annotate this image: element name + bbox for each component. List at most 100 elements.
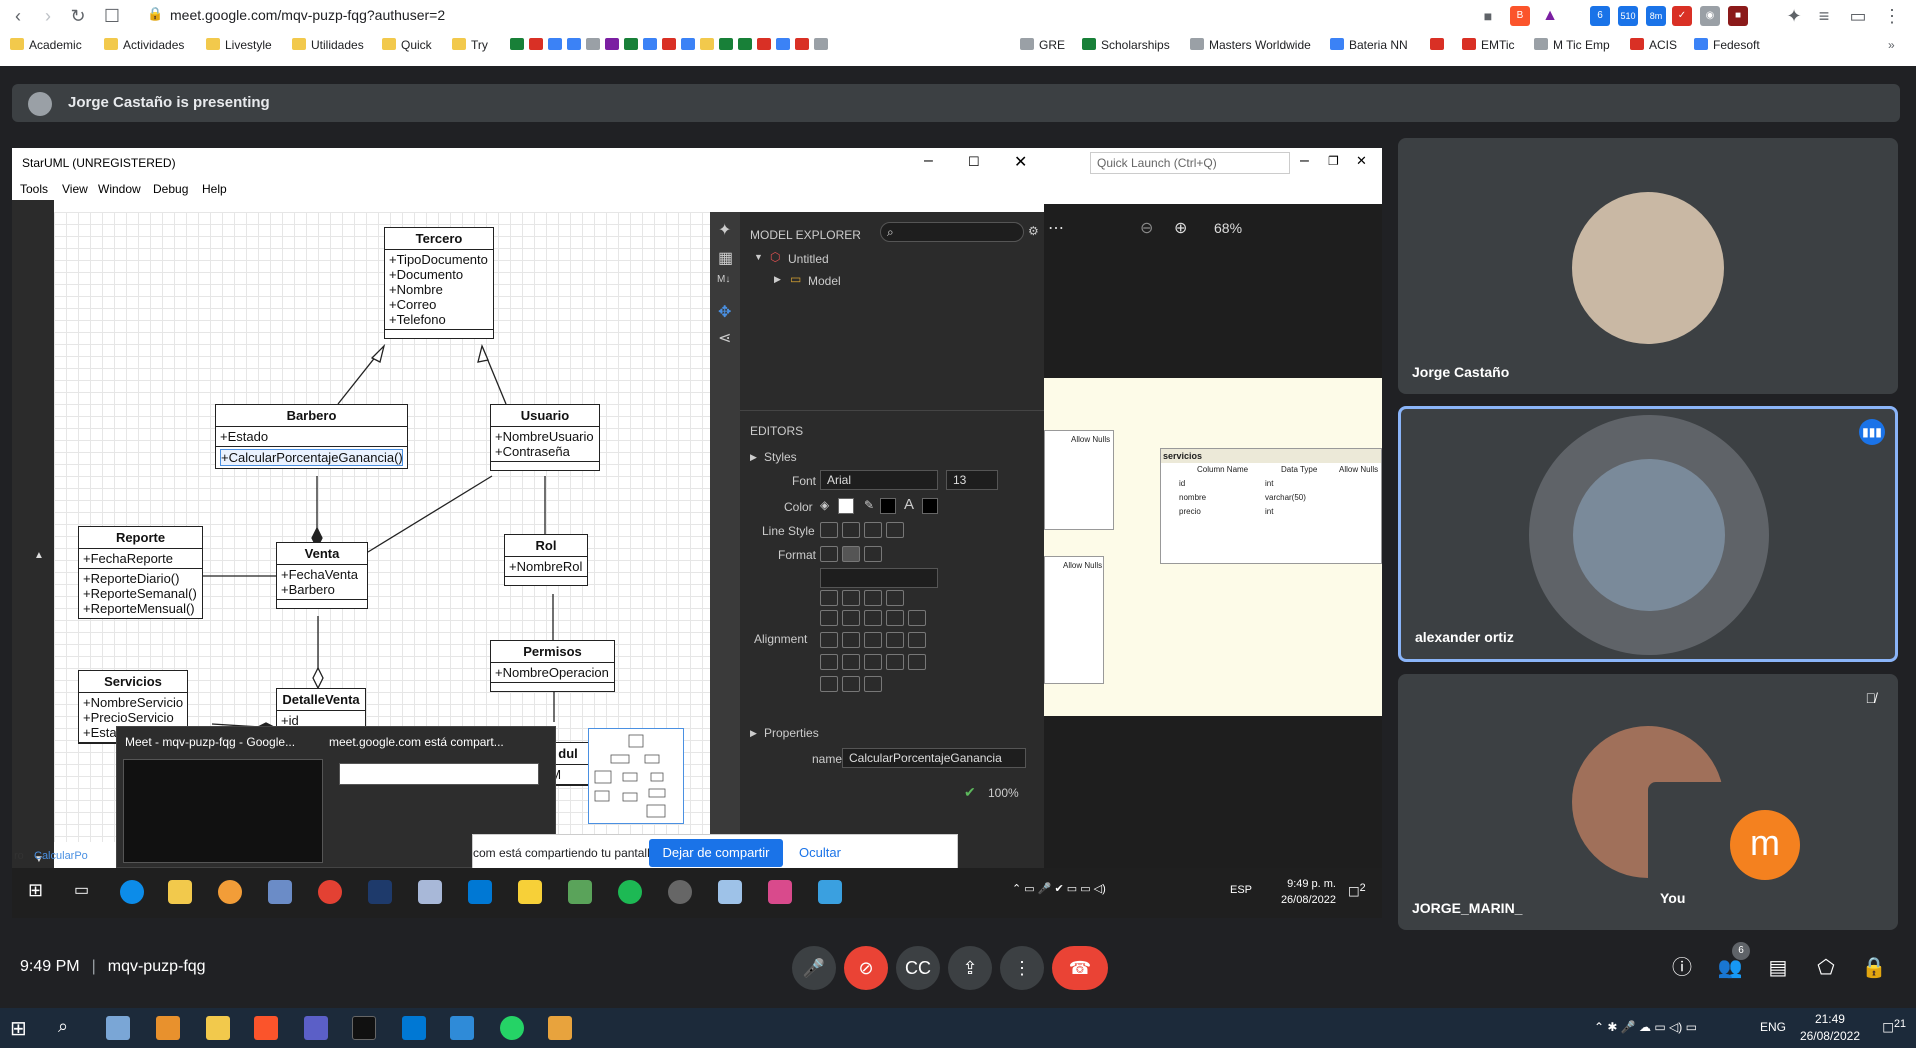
bookmark-try[interactable]: Try [452,38,488,52]
gear-icon[interactable]: ⚙ [1028,224,1039,238]
thumb-preview-1[interactable] [123,759,323,863]
quick-launch-input[interactable]: Quick Launch (Ctrl+Q) [1090,152,1290,174]
ext-badge-3-icon[interactable]: 8m [1646,6,1666,26]
align-btn-icon[interactable] [820,610,838,626]
menu-tools[interactable]: Tools [20,182,48,196]
bookmark-actividades[interactable]: Actividades [104,38,184,52]
line-style-rounded-icon[interactable] [864,522,882,538]
class-tercero[interactable]: Tercero +TipoDocumento +Documento +Nombr… [384,227,494,339]
ext-puzzle-red-icon[interactable]: ■ [1728,6,1748,26]
chrome-icon[interactable] [318,880,342,904]
scroll-up-icon[interactable]: ▲ [34,550,44,561]
minimize-icon[interactable]: – [1300,152,1309,170]
microphone-button[interactable]: 🎤 [792,946,836,990]
puzzle-icon[interactable]: ✦ [718,220,731,240]
markdown-icon[interactable]: M↓ [717,274,730,285]
thumb-title-1[interactable]: Meet - mqv-puzp-fqg - Google... [125,735,295,749]
ext-camera-icon[interactable]: ◉ [1700,6,1720,26]
explorer-search-input[interactable]: ⌕ [880,222,1024,242]
share-icon[interactable]: ⋖ [718,328,731,348]
inner-notification-icon[interactable]: ☐2 [1348,882,1366,900]
align-btn-icon[interactable] [842,676,860,692]
thumb-preview-2[interactable] [339,763,539,785]
bookmark-masters[interactable]: Masters Worldwide [1190,38,1311,52]
teams-icon[interactable] [304,1016,328,1040]
ext-badge-1-icon[interactable]: 6 [1590,6,1610,26]
zoom-in-icon[interactable]: ⊕ [1174,218,1187,238]
bookmark-scholarships[interactable]: Scholarships [1082,38,1170,52]
people-button[interactable]: 👥 6 [1716,942,1750,982]
align-btn-icon[interactable] [908,632,926,648]
participant-tile-jorge-castano[interactable]: Jorge Castaño [1398,138,1898,394]
align-btn-icon[interactable] [842,632,860,648]
maximize-icon[interactable]: ☐ [968,154,980,170]
bookmark-mticemp[interactable]: M Tic Emp [1534,38,1610,52]
line-style-rectilinear-icon[interactable] [820,522,838,538]
windows-start-icon[interactable]: ⊞ [10,1016,27,1041]
app-sun-icon[interactable] [548,1016,572,1040]
participant-tile-jorge-marin[interactable]: 🎙̸ JORGE_MARIN_ m You [1398,674,1898,930]
stop-sharing-button[interactable]: Dejar de compartir [649,839,783,867]
camera-toggle-button[interactable]: ⊘ [844,946,888,990]
bookmark-fire-icon[interactable] [1430,38,1449,52]
tree-root[interactable]: Untitled [788,252,829,266]
app-dark-icon[interactable] [368,880,392,904]
class-venta[interactable]: Venta +FechaVenta +Barbero [276,542,368,609]
ext-badge-2-icon[interactable]: 510 [1618,6,1638,26]
notification-center-icon[interactable]: ☐21 [1882,1018,1906,1036]
text-color-icon[interactable]: A [904,496,914,513]
class-barbero[interactable]: Barbero +Estado +CalcularPorcentajeGanan… [215,404,408,469]
sticky-notes-icon[interactable] [518,880,542,904]
system-clock[interactable]: 21:49 26/08/2022 [1800,1011,1860,1045]
bookmark-icons-group[interactable] [510,38,833,52]
meeting-details-button[interactable]: ⓘ [1668,954,1696,982]
participant-tile-alexander-ortiz[interactable]: ▮▮▮ alexander ortiz [1398,406,1898,662]
present-button[interactable]: ⇪ [948,946,992,990]
align-btn-icon[interactable] [842,610,860,626]
diagram-minimap[interactable] [588,728,684,824]
app-shield-icon[interactable] [418,880,442,904]
bookmark-academic[interactable]: Academic [10,38,82,52]
navigator-icon[interactable]: ✥ [718,302,731,322]
align-btn-icon[interactable] [864,632,882,648]
class-permisos[interactable]: Permisos +NombreOperacion [490,640,615,692]
font-select[interactable]: Arial [820,470,938,490]
brave-shield-icon[interactable]: B [1510,6,1530,26]
class-rol[interactable]: Rol +NombreRol [504,534,588,586]
bookmark-acis[interactable]: ACIS [1630,38,1677,52]
zoom-out-icon[interactable]: ⊖ [1140,218,1153,238]
fill-color-swatch[interactable] [838,498,854,514]
class-reporte[interactable]: Reporte +FechaReporte +ReporteDiario() +… [78,526,203,619]
align-btn-icon[interactable] [842,590,860,606]
whatsapp-icon[interactable] [500,1016,524,1040]
close-icon[interactable]: ✕ [1356,153,1367,169]
font-size-stepper[interactable]: 13 [946,470,998,490]
menu-view[interactable]: View [62,182,88,196]
playlist-icon[interactable]: ≡ [1812,4,1836,28]
tray-icons[interactable]: ⌃ ▭ 🎤 ✔ ▭ ▭ ◁) [1012,882,1106,895]
align-btn-icon[interactable] [820,654,838,670]
sublime-icon[interactable] [156,1016,180,1040]
app-network-icon[interactable] [450,1016,474,1040]
more-options-button[interactable]: ⋮ [1000,946,1044,990]
bookmark-gre[interactable]: GRE [1020,38,1065,52]
tree-model[interactable]: Model [808,274,841,288]
task-view-icon[interactable]: ▭ [74,880,89,900]
fill-bucket-icon[interactable]: ◈ [820,498,829,512]
edge-icon[interactable] [120,880,144,904]
host-controls-button[interactable]: 🔒 [1860,954,1888,982]
grid-icon[interactable]: ▦ [718,248,733,268]
self-view-tile[interactable]: m You [1648,782,1882,916]
extensions-icon[interactable]: ✦ [1782,4,1806,28]
align-btn-icon[interactable] [908,654,926,670]
align-btn-icon[interactable] [864,610,882,626]
chevron-right-icon[interactable]: ▶ [774,274,781,285]
menu-debug[interactable]: Debug [153,182,188,196]
back-icon[interactable]: ‹ [6,4,30,28]
settings-icon[interactable] [668,880,692,904]
leave-call-button[interactable]: ☎ [1052,946,1108,990]
align-btn-icon[interactable] [864,676,882,692]
pen-icon[interactable]: ✎ [864,498,874,512]
align-btn-icon[interactable] [908,610,926,626]
lang-indicator[interactable]: ENG [1760,1020,1786,1034]
